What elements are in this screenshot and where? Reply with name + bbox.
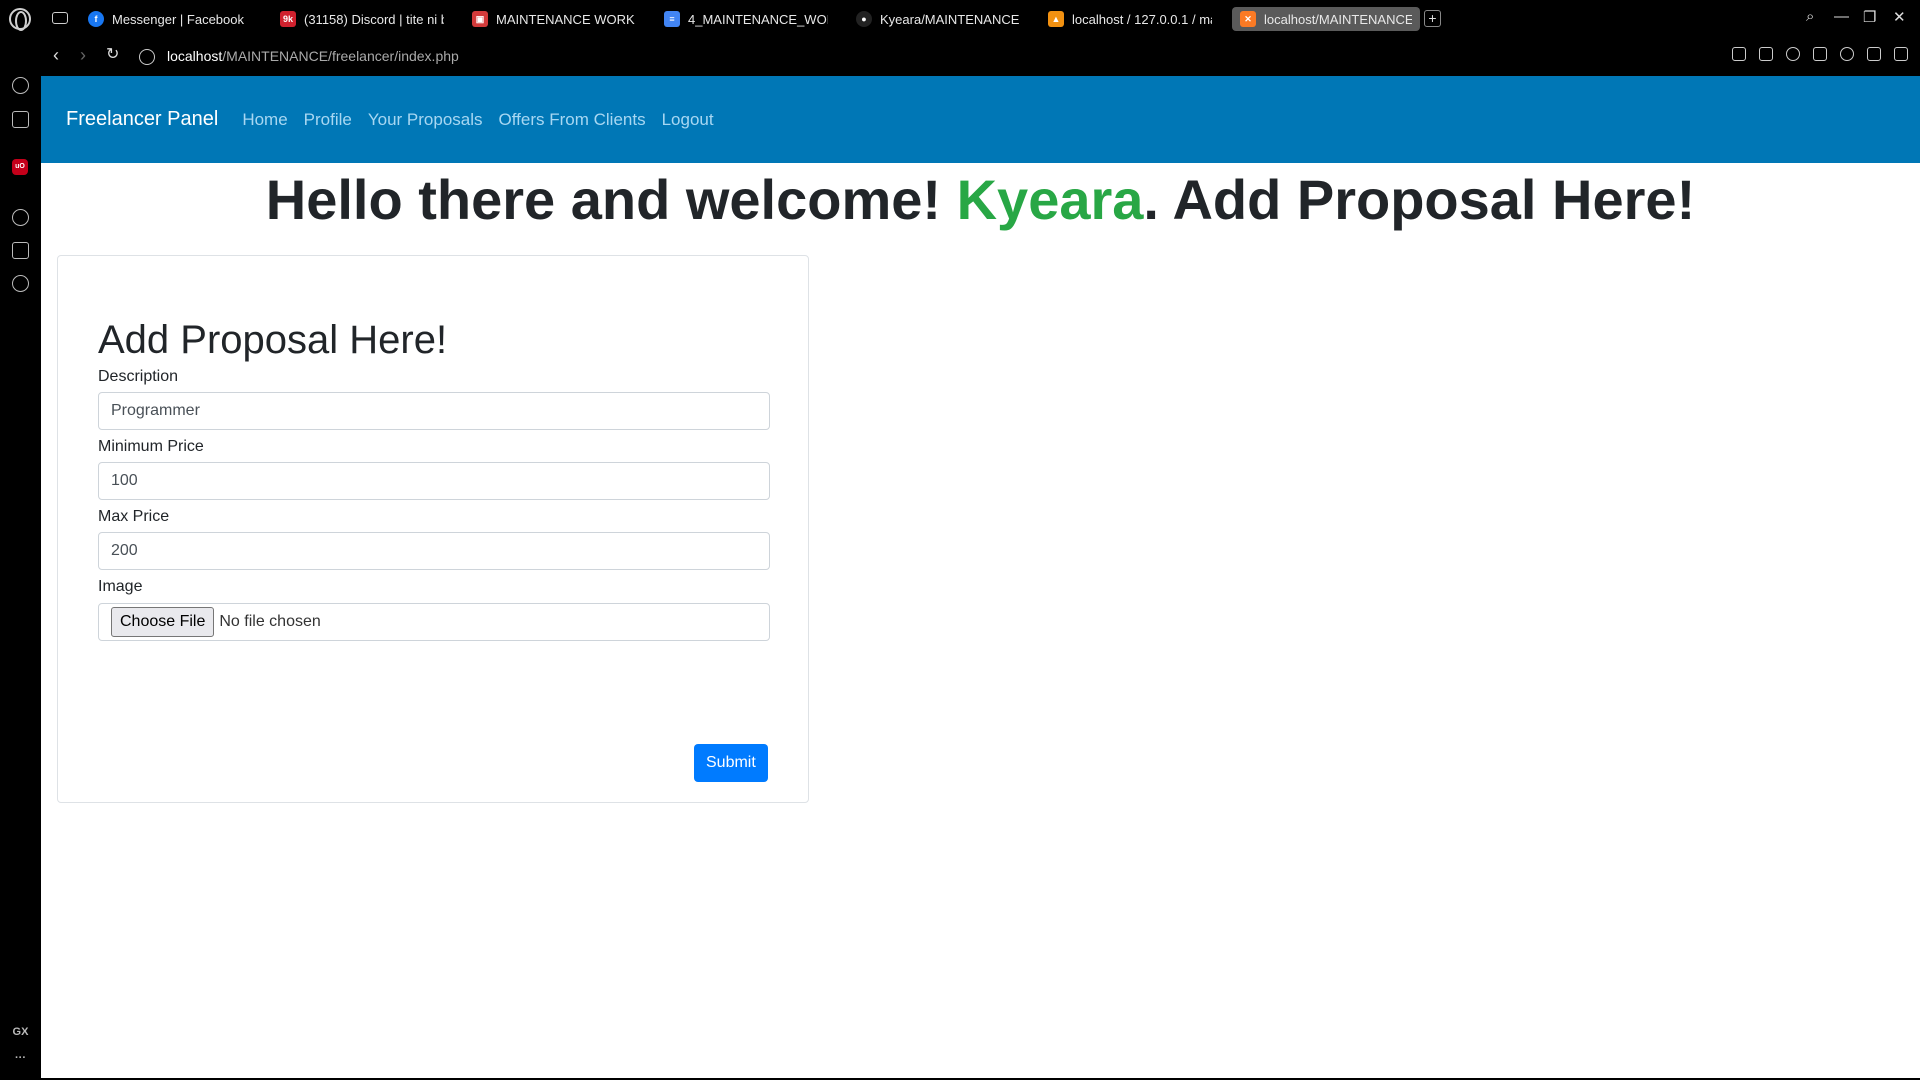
phpmyadmin-icon: ▲: [1048, 11, 1064, 27]
opera-logo-icon[interactable]: [9, 8, 31, 31]
gx-control-icon[interactable]: [12, 111, 29, 128]
nav-link-profile[interactable]: Profile: [304, 110, 352, 130]
google-docs-icon: ≡: [664, 11, 680, 27]
nav-link-your-proposals[interactable]: Your Proposals: [368, 110, 483, 130]
max-price-input[interactable]: [98, 532, 770, 570]
xampp-icon: ✕: [1240, 11, 1256, 27]
reload-icon[interactable]: ↻: [106, 45, 119, 65]
discord-icon: 9k: [280, 11, 296, 27]
nav-link-logout[interactable]: Logout: [662, 110, 714, 130]
max-price-label: Max Price: [98, 508, 170, 525]
doc-icon: ▣: [472, 11, 488, 27]
welcome-prefix: Hello there and welcome!: [265, 168, 957, 231]
snapshot-icon[interactable]: [1732, 47, 1746, 61]
tab-discord[interactable]: 9k (31158) Discord | tite ni br: [272, 7, 452, 31]
minimize-icon[interactable]: —: [1834, 8, 1849, 25]
nav-link-home[interactable]: Home: [242, 110, 287, 130]
welcome-username: Kyeara: [956, 168, 1144, 231]
tab-title: Messenger | Facebook: [112, 11, 244, 27]
github-icon: ●: [856, 11, 872, 27]
browser-tab-bar: f Messenger | Facebook 9k (31158) Discor…: [0, 0, 1920, 37]
extensions-puzzle-icon[interactable]: [1813, 47, 1827, 61]
url-path: /MAINTENANCE/freelancer/index.php: [222, 48, 459, 64]
toolbar-icons: [1732, 47, 1908, 61]
no-file-text: No file chosen: [219, 613, 321, 630]
new-tab-button[interactable]: +: [1424, 10, 1441, 27]
sidebar-more-icon[interactable]: ···: [0, 1052, 41, 1064]
tab-menu-icon[interactable]: [52, 12, 68, 24]
site-info-icon[interactable]: [139, 49, 155, 65]
back-icon[interactable]: ‹: [53, 45, 59, 65]
add-proposal-card: Add Proposal Here! Description Minimum P…: [57, 255, 809, 803]
navbar-brand[interactable]: Freelancer Panel: [66, 108, 218, 131]
image-label: Image: [98, 578, 143, 595]
tab-title: Kyeara/MAINTENANCE: [880, 11, 1020, 27]
search-icon[interactable]: ⌕: [1806, 8, 1814, 25]
description-label: Description: [98, 368, 179, 385]
tab-google-doc[interactable]: ≡ 4_MAINTENANCE_WORK: [656, 7, 836, 31]
shield-icon[interactable]: [1759, 47, 1773, 61]
description-input[interactable]: [98, 392, 770, 430]
tab-title: 4_MAINTENANCE_WORK: [688, 11, 828, 27]
tab-title: MAINTENANCE WORK FO: [496, 11, 636, 27]
tab-messenger[interactable]: f Messenger | Facebook: [80, 7, 256, 31]
url-field[interactable]: localhost/MAINTENANCE/freelancer/index.p…: [167, 48, 459, 64]
url-host: localhost: [167, 48, 223, 64]
top-navbar: Freelancer Panel Home Profile Your Propo…: [41, 76, 1920, 163]
nav-link-offers-from-clients[interactable]: Offers From Clients: [499, 110, 646, 130]
tab-github[interactable]: ● Kyeara/MAINTENANCE: [848, 7, 1028, 31]
browser-sidebar: uO GX ···: [0, 37, 41, 1080]
close-icon[interactable]: ✕: [1893, 8, 1906, 26]
forward-icon[interactable]: ›: [80, 45, 86, 65]
tab-title: (31158) Discord | tite ni br: [304, 11, 444, 27]
page-viewport: Freelancer Panel Home Profile Your Propo…: [41, 76, 1920, 1078]
tab-maintenance-work[interactable]: ▣ MAINTENANCE WORK FO: [464, 7, 644, 31]
tab-title: localhost/MAINTENANCE: [1264, 11, 1412, 27]
ublock-icon[interactable]: uO: [12, 159, 28, 175]
welcome-heading: Hello there and welcome! Kyeara. Add Pro…: [41, 164, 1920, 236]
tab-phpmyadmin[interactable]: ▲ localhost / 127.0.0.1 / mai: [1040, 7, 1220, 31]
download-icon[interactable]: [1867, 47, 1881, 61]
speed-dial-icon[interactable]: [12, 77, 29, 94]
min-price-input[interactable]: [98, 462, 770, 500]
choose-file-button[interactable]: Choose File: [111, 607, 215, 637]
form-title: Add Proposal Here!: [98, 318, 448, 362]
menu-icon[interactable]: [1894, 47, 1908, 61]
profile-icon[interactable]: [1840, 47, 1854, 61]
tab-title: localhost / 127.0.0.1 / mai: [1072, 11, 1212, 27]
gx-label[interactable]: GX: [0, 1026, 41, 1038]
facebook-icon: f: [88, 11, 104, 27]
history-icon[interactable]: [12, 209, 29, 226]
address-bar: ‹ › ↻ localhost/MAINTENANCE/freelancer/i…: [41, 37, 1920, 76]
heart-icon[interactable]: [1786, 47, 1800, 61]
submit-button[interactable]: Submit: [694, 744, 768, 782]
min-price-label: Minimum Price: [98, 438, 204, 455]
tab-localhost-active[interactable]: ✕ localhost/MAINTENANCE: [1232, 7, 1420, 31]
restore-icon[interactable]: ❐: [1863, 8, 1876, 26]
image-file-input[interactable]: Choose File No file chosen: [98, 603, 770, 641]
welcome-suffix: . Add Proposal Here!: [1143, 168, 1696, 231]
settings-gear-icon[interactable]: [12, 275, 29, 292]
extensions-icon[interactable]: [12, 242, 29, 259]
